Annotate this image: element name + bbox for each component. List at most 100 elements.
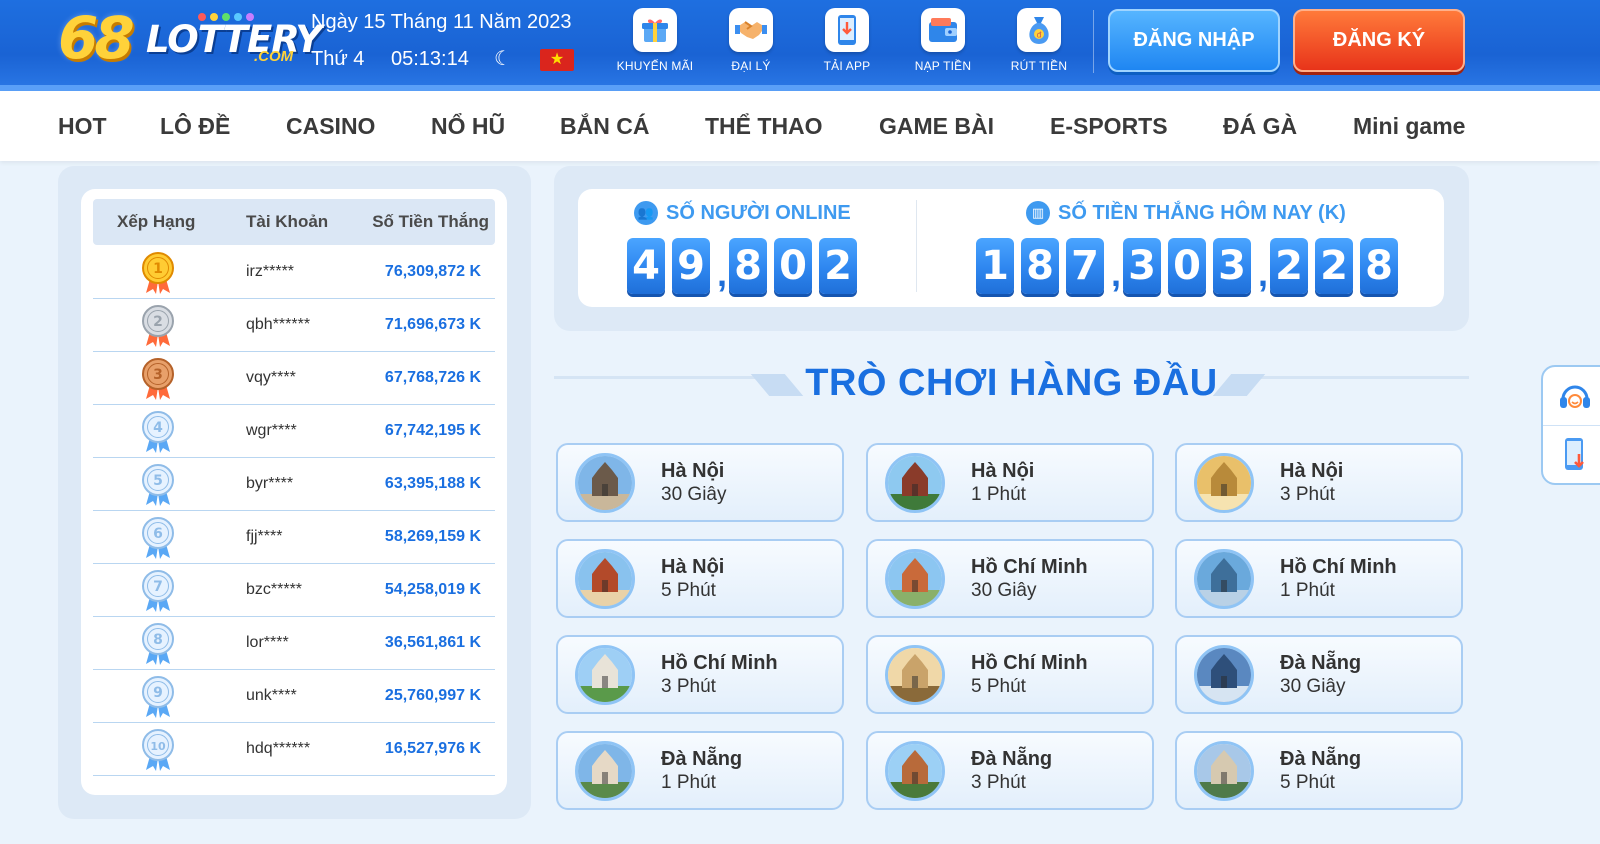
rank-number: 3 xyxy=(153,367,163,383)
users-icon: 👥 xyxy=(634,201,658,225)
rank-number: 5 xyxy=(153,473,163,489)
rank-medal-icon: 9 xyxy=(141,675,175,719)
rank-column-header: Xếp Hạng xyxy=(117,212,196,231)
game-interval: 1 Phút xyxy=(661,772,716,793)
account-name: hdq****** xyxy=(246,740,311,757)
account-name: byr**** xyxy=(246,475,294,492)
rank-medal-icon: 10 xyxy=(141,728,175,772)
login-button[interactable]: ĐĂNG NHẬP xyxy=(1108,9,1280,72)
leaderboard-row: 8 lor**** 36,561,861 K xyxy=(93,616,495,670)
nav-item-game-bai[interactable]: GAME BÀI xyxy=(879,113,994,140)
game-city-name: Hà Nội xyxy=(661,556,725,578)
online-users-label: 👥 SỐ NGƯỜI ONLINE xyxy=(634,201,851,225)
game-card[interactable]: Hồ Chí Minh 30 Giây xyxy=(866,539,1154,618)
city-landmark-thumbnail xyxy=(1194,453,1254,513)
nav-item-hot[interactable]: HOT xyxy=(58,113,107,140)
rank-number: 4 xyxy=(153,420,163,436)
game-card[interactable]: Đà Nẵng 1 Phút xyxy=(556,731,844,810)
game-card[interactable]: Hồ Chí Minh 1 Phút xyxy=(1175,539,1463,618)
nav-item-lo-de[interactable]: LÔ ĐỀ xyxy=(160,113,230,140)
online-separator: , xyxy=(717,253,728,294)
vietnam-flag-icon[interactable]: ★ xyxy=(540,49,574,71)
stats-divider xyxy=(916,200,917,292)
account-name: qbh****** xyxy=(246,316,311,333)
game-interval: 30 Giây xyxy=(971,580,1037,601)
site-logo[interactable]: 68 LOTTERY .COM xyxy=(58,4,322,72)
city-landmark-thumbnail xyxy=(1194,645,1254,705)
withdraw-label: RÚT TIỀN xyxy=(1010,59,1068,73)
nav-item-the-thao[interactable]: THỂ THAO xyxy=(705,113,823,140)
game-city-name: Hà Nội xyxy=(661,460,725,482)
leaderboard-row: 6 fjj**** 58,269,159 K xyxy=(93,510,495,564)
online-users-counter: 49,802 xyxy=(627,238,864,294)
game-interval: 3 Phút xyxy=(1280,484,1335,505)
game-interval: 3 Phút xyxy=(661,676,716,697)
rank-medal-icon: 7 xyxy=(141,569,175,613)
city-landmark-thumbnail xyxy=(575,645,635,705)
city-landmark-thumbnail xyxy=(1194,549,1254,609)
leaderboard-row: 7 bzc***** 54,258,019 K xyxy=(93,563,495,617)
support-headset-icon[interactable] xyxy=(1553,375,1597,419)
agent-button[interactable]: ĐẠI LÝ xyxy=(706,8,796,73)
game-interval: 30 Giây xyxy=(661,484,727,505)
leaderboard-row: 4 wgr**** 67,742,195 K xyxy=(93,404,495,458)
game-interval: 30 Giây xyxy=(1280,676,1346,697)
register-button[interactable]: ĐĂNG KÝ xyxy=(1293,9,1465,72)
nav-item-casino[interactable]: CASINO xyxy=(286,113,375,140)
leaderboard-row: 10 hdq****** 16,527,976 K xyxy=(93,722,495,776)
account-column-header: Tài Khoản xyxy=(246,212,329,231)
nav-item-e-sports[interactable]: E-SPORTS xyxy=(1050,113,1168,140)
game-card[interactable]: Hà Nội 30 Giây xyxy=(556,443,844,522)
rank-medal-icon: 8 xyxy=(141,622,175,666)
game-card[interactable]: Hồ Chí Minh 5 Phút xyxy=(866,635,1154,714)
city-landmark-thumbnail xyxy=(885,453,945,513)
game-card[interactable]: Hồ Chí Minh 3 Phút xyxy=(556,635,844,714)
game-interval: 5 Phút xyxy=(1280,772,1335,793)
game-card[interactable]: Hà Nội 1 Phút xyxy=(866,443,1154,522)
chart-icon: ▥ xyxy=(1026,201,1050,225)
online-digit: 0 xyxy=(774,238,812,294)
city-landmark-thumbnail xyxy=(575,453,635,513)
site-header: 68 LOTTERY .COM Ngày 15 Tháng 11 Năm 202… xyxy=(0,0,1600,91)
gift-icon xyxy=(633,8,677,52)
rank-number: 9 xyxy=(153,685,163,701)
header-divider xyxy=(1093,10,1094,73)
game-city-name: Hồ Chí Minh xyxy=(1280,556,1397,578)
withdraw-button[interactable]: đ RÚT TIỀN xyxy=(994,8,1084,73)
game-interval: 1 Phút xyxy=(1280,580,1335,601)
logo-domain: .COM xyxy=(254,48,294,65)
download-app-button[interactable]: TẢI APP xyxy=(802,8,892,73)
online-digit: 8 xyxy=(729,238,767,294)
win-amount: 67,768,726 K xyxy=(384,369,481,386)
account-name: irz***** xyxy=(246,263,295,280)
nav-item-ban-ca[interactable]: BẮN CÁ xyxy=(560,113,649,140)
side-divider xyxy=(1543,425,1600,426)
deposit-label: NẠP TIỀN xyxy=(914,59,972,73)
deposit-button[interactable]: NẠP TIỀN xyxy=(898,8,988,73)
game-card[interactable]: Đà Nẵng 3 Phút xyxy=(866,731,1154,810)
nav-item-da-ga[interactable]: ĐÁ GÀ xyxy=(1223,113,1297,140)
nav-item-mini-game[interactable]: Mini game xyxy=(1353,113,1465,140)
nav-item-no-hu[interactable]: NỔ HŨ xyxy=(431,113,505,140)
money-bag-icon: đ xyxy=(1017,8,1061,52)
winnings-counter: 187,303,228 xyxy=(976,238,1405,294)
city-landmark-thumbnail xyxy=(1194,741,1254,801)
winnings-separator: , xyxy=(1258,253,1269,294)
main-nav: HOT LÔ ĐỀ CASINO NỔ HŨ BẮN CÁ THỂ THAO G… xyxy=(0,91,1600,161)
winnings-digit: 8 xyxy=(1021,238,1059,294)
win-amount: 54,258,019 K xyxy=(384,581,481,598)
game-card[interactable]: Hà Nội 3 Phút xyxy=(1175,443,1463,522)
game-card[interactable]: Đà Nẵng 5 Phút xyxy=(1175,731,1463,810)
rank-number: 6 xyxy=(153,526,163,542)
download-phone-icon[interactable] xyxy=(1553,433,1597,477)
moon-icon[interactable]: ☾ xyxy=(494,48,516,70)
promotions-label: KHUYẾN MÃI xyxy=(616,59,694,73)
game-interval: 3 Phút xyxy=(971,772,1026,793)
online-users-text: SỐ NGƯỜI ONLINE xyxy=(666,201,851,224)
wallet-icon xyxy=(921,8,965,52)
promotions-button[interactable]: KHUYẾN MÃI xyxy=(610,8,700,73)
game-card[interactable]: Đà Nẵng 30 Giây xyxy=(1175,635,1463,714)
rank-number: 7 xyxy=(153,579,163,595)
winnings-digit: 2 xyxy=(1270,238,1308,294)
game-card[interactable]: Hà Nội 5 Phút xyxy=(556,539,844,618)
